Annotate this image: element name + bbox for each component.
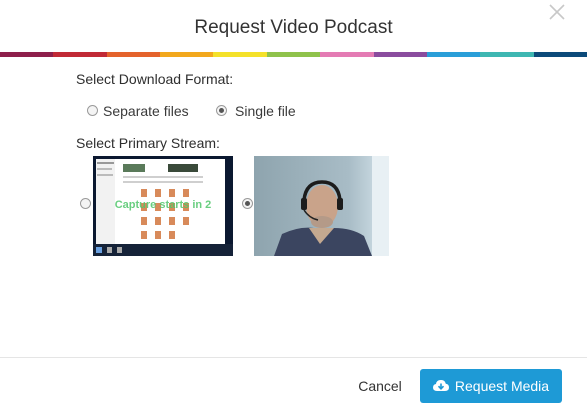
primary-stream-label: Select Primary Stream: [76,135,220,151]
radio-single-file[interactable] [216,105,227,116]
capture-overlay-text: Capture starts in 2 [115,199,212,211]
request-video-podcast-dialog: Request Video Podcast Select Download Fo… [0,0,587,413]
close-icon[interactable] [547,2,567,22]
request-media-label: Request Media [454,378,550,394]
screen-stream-thumbnail[interactable]: Capture starts in 2 [93,156,233,256]
separate-files-label[interactable]: Separate files [103,103,189,119]
radio-camera-stream[interactable] [242,198,253,209]
modal-title: Request Video Podcast [194,17,393,38]
cancel-button[interactable]: Cancel [352,378,408,396]
cloud-download-icon [432,380,449,391]
single-file-label[interactable]: Single file [235,103,296,119]
camera-stream-thumbnail[interactable] [254,156,389,256]
camera-preview [254,156,389,256]
modal-body: Select Download Format: Separate files S… [0,57,587,357]
screen-capture-preview: Capture starts in 2 [93,156,233,256]
footer-divider [0,357,587,358]
request-media-button[interactable]: Request Media [420,369,562,403]
radio-separate-files[interactable] [87,105,98,116]
modal-header: Request Video Podcast [0,0,587,52]
download-format-label: Select Download Format: [76,71,234,87]
radio-screen-stream[interactable] [80,198,91,209]
